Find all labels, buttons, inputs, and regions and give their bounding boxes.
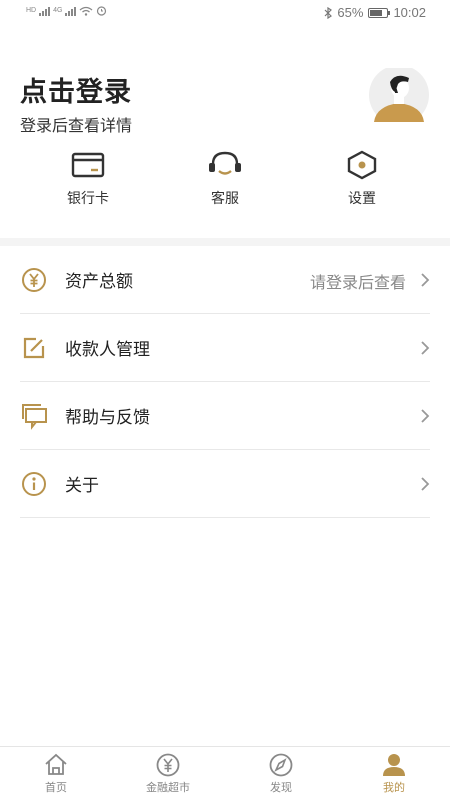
home-icon (45, 753, 67, 775)
tab-label: 我的 (383, 781, 405, 794)
chevron-right-icon (421, 341, 430, 355)
menu-item-label: 关于 (65, 476, 99, 496)
quick-action-label: 银行卡 (67, 191, 109, 207)
alarm-icon (97, 6, 107, 16)
tab-discover[interactable]: 发现 (225, 753, 337, 795)
hd-badge: HD (26, 7, 37, 14)
wifi-icon (80, 6, 93, 16)
tab-label: 金融超市 (146, 781, 190, 794)
menu-item-label: 资产总额 (65, 272, 133, 292)
person-icon (383, 754, 405, 776)
section-divider (0, 238, 450, 246)
edit-icon (23, 337, 45, 359)
chat-bubbles-icon (22, 404, 47, 430)
quick-actions: 银行卡 客服 设置 (0, 150, 450, 220)
quick-action-settings[interactable]: 设置 (317, 150, 407, 208)
login-subtitle: 登录后查看详情 (20, 116, 133, 135)
battery-icon (368, 7, 391, 18)
info-icon (22, 472, 46, 496)
tab-home[interactable]: 首页 (0, 753, 112, 795)
clock: 10:02 (393, 5, 426, 20)
quick-action-bank-card[interactable]: 银行卡 (43, 150, 133, 208)
yen-circle-icon (156, 753, 180, 777)
chevron-right-icon (421, 273, 430, 287)
menu-item-help-feedback[interactable]: 帮助与反馈 (20, 382, 430, 450)
settings-menu: 资产总额 请登录后查看 收款人管理 帮助与反馈 关于 (0, 246, 450, 518)
battery-percent: 65% (337, 5, 364, 20)
menu-item-payee-management[interactable]: 收款人管理 (20, 314, 430, 382)
quick-action-label: 客服 (211, 191, 239, 207)
tab-finance-market[interactable]: 金融超市 (112, 753, 224, 795)
bank-card-icon (71, 152, 105, 178)
tab-label: 发现 (270, 781, 292, 794)
headset-icon (209, 151, 241, 175)
status-right: 65% 10:02 (324, 5, 426, 20)
chevron-right-icon (421, 409, 430, 423)
quick-action-service[interactable]: 客服 (180, 150, 270, 208)
menu-item-about[interactable]: 关于 (20, 450, 430, 518)
compass-icon (269, 753, 293, 777)
tab-mine[interactable]: 我的 (338, 753, 450, 795)
bottom-tab-bar: 首页 金融超市 发现 我的 (0, 746, 450, 800)
signal-icon-2 (65, 6, 77, 16)
login-title[interactable]: 点击登录 (20, 70, 132, 109)
tab-label: 首页 (45, 781, 67, 794)
status-left: HD 4G (26, 5, 107, 16)
bluetooth-icon (324, 6, 333, 19)
settings-hexagon-icon (347, 150, 377, 180)
menu-item-assets[interactable]: 资产总额 请登录后查看 (20, 246, 430, 314)
network-badge: 4G (53, 7, 63, 14)
menu-item-hint: 请登录后查看 (309, 273, 406, 292)
menu-item-label: 收款人管理 (65, 340, 150, 360)
status-bar: HD 4G 65% 10:02 (0, 0, 450, 24)
yen-circle-icon (22, 268, 46, 292)
menu-item-label: 帮助与反馈 (65, 408, 150, 428)
signal-icon (39, 6, 51, 16)
chevron-right-icon (421, 477, 430, 491)
quick-action-label: 设置 (348, 191, 376, 207)
user-avatar-icon[interactable] (368, 68, 430, 122)
